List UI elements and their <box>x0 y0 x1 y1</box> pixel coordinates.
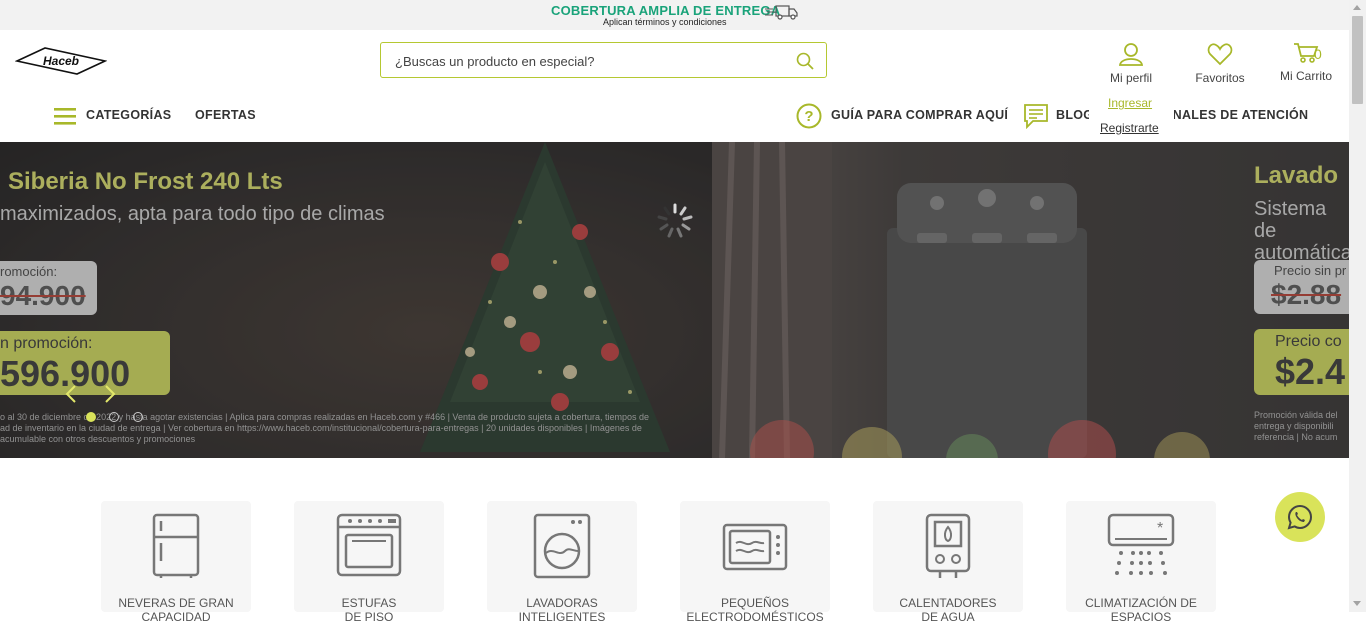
category-label: LAVADORAS INTELIGENTES <box>487 596 637 624</box>
nav-service-channels[interactable]: CANALES DE ATENCIÓN <box>1154 108 1308 122</box>
category-label-line: ELECTRODOMÉSTICOS <box>686 610 824 624</box>
cart-button[interactable]: 0 Mi Carrito <box>1275 42 1337 83</box>
svg-text:*: * <box>1157 520 1163 537</box>
logo-diamond-icon: Haceb <box>14 47 108 75</box>
category-label: CALENTADORES DE AGUA <box>873 596 1023 624</box>
category-label-line: DE AGUA <box>921 610 975 624</box>
category-card-washers[interactable]: LAVADORAS INTELIGENTES <box>487 501 637 624</box>
cart-label: Mi Carrito <box>1279 69 1332 83</box>
category-card-water-heaters[interactable]: CALENTADORES DE AGUA <box>873 501 1023 624</box>
water-heater-icon <box>925 513 971 578</box>
svg-text:?: ? <box>804 108 813 125</box>
scrollbar-thumb[interactable] <box>1352 16 1363 104</box>
whatsapp-button[interactable] <box>1275 492 1325 542</box>
register-link[interactable]: Registrarte <box>1100 121 1159 135</box>
category-label-line: CAPACIDAD <box>141 610 211 624</box>
coverage-banner[interactable]: COBERTURA AMPLIA DE ENTREGA Aplican térm… <box>0 0 1349 30</box>
category-label: CLIMATIZACIÓN DE ESPACIOS <box>1066 596 1216 624</box>
category-label: ESTUFAS DE PISO <box>294 596 444 624</box>
air-conditioner-icon: * <box>1107 513 1175 575</box>
blog-chat-icon <box>1024 104 1048 129</box>
page-scrollbar[interactable] <box>1349 0 1366 612</box>
category-label: NEVERAS DE GRAN CAPACIDAD <box>101 596 251 624</box>
search-box[interactable] <box>380 42 827 79</box>
profile-dropdown: Ingresar Registrarte <box>1089 91 1174 139</box>
category-label-line: PEQUEÑOS <box>720 596 789 610</box>
nav-blog[interactable]: BLOG <box>1056 108 1093 122</box>
category-label-line: CLIMATIZACIÓN DE <box>1085 596 1197 610</box>
nav-categories[interactable]: CATEGORÍAS <box>86 108 171 122</box>
loading-spinner-icon <box>657 203 693 238</box>
loading-overlay <box>0 142 1349 458</box>
category-label: PEQUEÑOS ELECTRODOMÉSTICOS <box>680 596 830 624</box>
nav-offers[interactable]: OFERTAS <box>195 108 256 122</box>
category-label-line: INTELIGENTES <box>518 610 606 624</box>
search-input[interactable] <box>393 43 787 79</box>
category-label-line: LAVADORAS <box>526 596 598 610</box>
stove-icon <box>336 513 402 577</box>
cart-count: 0 <box>1314 46 1322 62</box>
profile-button[interactable]: Mi perfil <box>1104 42 1158 85</box>
carousel-dot[interactable] <box>109 412 119 422</box>
carousel-prev-icon[interactable] <box>64 384 78 404</box>
coverage-headline: COBERTURA AMPLIA DE ENTREGA <box>551 3 781 18</box>
search-icon[interactable] <box>796 52 814 70</box>
carousel-dot[interactable] <box>133 412 143 422</box>
category-card-fridges[interactable]: NEVERAS DE GRAN CAPACIDAD <box>101 501 251 624</box>
washer-icon <box>533 513 591 579</box>
haceb-logo[interactable]: Haceb <box>14 46 108 81</box>
scroll-up-icon[interactable] <box>1353 5 1361 10</box>
profile-label: Mi perfil <box>1109 71 1152 85</box>
microwave-icon <box>722 523 788 571</box>
coverage-terms: Aplican términos y condiciones <box>603 17 727 27</box>
whatsapp-icon <box>1287 504 1313 530</box>
nav-buying-guide[interactable]: GUÍA PARA COMPRAR AQUÍ <box>831 108 1008 122</box>
carousel-dot-active[interactable] <box>86 412 96 422</box>
category-label-line: ESTUFAS <box>341 596 397 610</box>
favorites-label: Favoritos <box>1195 71 1245 85</box>
carousel-next-icon[interactable] <box>103 384 117 404</box>
category-label-line: CALENTADORES <box>899 596 997 610</box>
hamburger-icon[interactable] <box>54 108 76 125</box>
truck-icon <box>765 5 798 20</box>
category-label-line: DE PISO <box>344 610 394 624</box>
category-label-line: ESPACIOS <box>1110 610 1172 624</box>
fridge-icon <box>152 513 200 578</box>
login-link[interactable]: Ingresar <box>1108 96 1152 110</box>
scroll-down-icon[interactable] <box>1353 601 1361 606</box>
favorites-button[interactable]: Favoritos <box>1190 42 1250 85</box>
category-card-small-appliances[interactable]: PEQUEÑOS ELECTRODOMÉSTICOS <box>680 501 830 624</box>
help-circle-icon: ? <box>796 103 822 129</box>
category-card-stoves[interactable]: ESTUFAS DE PISO <box>294 501 444 624</box>
category-label-line: NEVERAS DE GRAN <box>118 596 234 610</box>
logo-text: Haceb <box>43 54 79 68</box>
category-card-climate[interactable]: * CLIMATIZACIÓN DE ESPACIOS <box>1066 501 1216 624</box>
heart-icon <box>1207 43 1233 66</box>
user-icon <box>1118 43 1144 66</box>
